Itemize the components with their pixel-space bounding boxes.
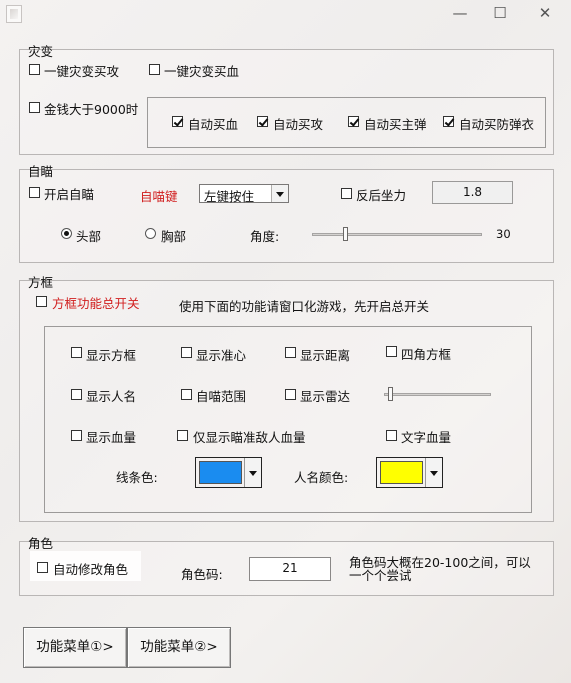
aim-key-value: 左键按住 [204,189,255,204]
line-color-picker[interactable] [195,457,262,488]
head-radio[interactable] [61,228,72,239]
money-over-label: 金钱大于9000时 [44,102,139,117]
show-hp-checkbox[interactable] [71,430,82,441]
text-hp-checkbox[interactable] [386,430,397,441]
close-button[interactable]: ✕ [523,0,567,28]
angle-label: 角度: [250,229,280,244]
auto-buy-armor-checkbox[interactable] [443,116,454,127]
show-aimed-hp-checkbox[interactable] [177,430,188,441]
role-code-field[interactable]: 21 [249,557,331,581]
maximize-button[interactable]: ☐ [478,0,522,28]
auto-buy-main-ammo-label: 自动买主弹 [364,117,427,132]
angle-slider-thumb[interactable] [343,227,348,241]
buy-hp-label: 一键灾变买血 [164,64,240,79]
auto-modify-checkbox[interactable] [37,562,48,573]
corner-box-label: 四角方框 [401,347,452,362]
buy-attack-checkbox[interactable] [29,64,40,75]
auto-buy-main-ammo-checkbox[interactable] [348,116,359,127]
auto-buy-hp-checkbox[interactable] [172,116,183,127]
corner-box-checkbox[interactable] [386,346,397,357]
radar-slider-thumb[interactable] [388,387,394,401]
show-distance-label: 显示距离 [300,348,351,363]
chevron-down-icon [244,458,261,487]
angle-slider-track[interactable] [312,233,482,236]
show-aimed-hp-label: 仅显示瞄准敌人血量 [193,430,306,445]
title-bar: — ☐ ✕ [0,0,571,30]
name-color-picker[interactable] [376,457,443,488]
auto-buy-attack-checkbox[interactable] [257,116,268,127]
recoil-label: 反后坐力 [356,188,407,203]
auto-modify-label: 自动修改角色 [53,562,129,577]
role-group-title: 角色 [28,536,54,551]
box-hint-text: 使用下面的功能请窗口化游戏，先开启总开关 [179,299,430,314]
show-radar-label: 显示雷达 [300,389,351,404]
name-color-label: 人名颜色: [294,470,349,485]
aim-enable-label: 开启自瞄 [44,187,95,202]
aim-key-label: 自喵键 [140,189,178,204]
chevron-down-icon [425,458,442,487]
box-master-checkbox[interactable] [36,296,47,307]
aim-key-select[interactable]: 左键按住 [199,184,289,204]
show-crosshair-label: 显示准心 [196,348,247,363]
show-box-checkbox[interactable] [71,347,82,358]
recoil-checkbox[interactable] [341,188,352,199]
money-over-checkbox[interactable] [29,102,40,113]
show-name-checkbox[interactable] [71,389,82,400]
show-box-label: 显示方框 [86,348,137,363]
buy-hp-checkbox[interactable] [149,64,160,75]
line-color-swatch [199,461,242,484]
auto-buy-hp-label: 自动买血 [188,117,239,132]
menu-1-button[interactable]: 功能菜单①> [23,627,127,668]
chevron-down-icon [271,185,288,202]
radar-slider-track[interactable] [384,393,491,396]
box-master-label: 方框功能总开关 [52,296,140,311]
text-hp-label: 文字血量 [401,430,452,445]
show-distance-checkbox[interactable] [285,347,296,358]
chest-label: 胸部 [161,229,187,244]
app-icon [6,5,22,23]
aim-enable-checkbox[interactable] [29,187,40,198]
buy-attack-label: 一键灾变买攻 [44,64,120,79]
aim-group-title: 自瞄 [28,164,54,179]
chest-radio[interactable] [145,228,156,239]
show-radar-checkbox[interactable] [285,389,296,400]
angle-value: 30 [496,227,511,241]
auto-buy-attack-label: 自动买攻 [273,117,324,132]
menu-2-button[interactable]: 功能菜单②> [127,627,231,668]
box-group-title: 方框 [28,275,54,290]
name-color-swatch [380,461,423,484]
head-label: 头部 [76,229,102,244]
role-code-label: 角色码: [181,567,223,582]
aim-range-label: 自喵范围 [196,389,247,404]
auto-buy-armor-label: 自动买防弹衣 [459,117,535,132]
show-name-label: 显示人名 [86,389,137,404]
show-hp-label: 显示血量 [86,430,137,445]
aim-range-checkbox[interactable] [181,389,192,400]
show-crosshair-checkbox[interactable] [181,347,192,358]
disaster-group-title: 灾变 [28,44,54,59]
line-color-label: 线条色: [116,470,158,485]
role-code-note: 角色码大概在20-100之间，可以一个个尝试 [349,555,531,583]
minimize-button[interactable]: — [438,0,482,28]
recoil-value-field[interactable]: 1.8 [432,181,513,204]
